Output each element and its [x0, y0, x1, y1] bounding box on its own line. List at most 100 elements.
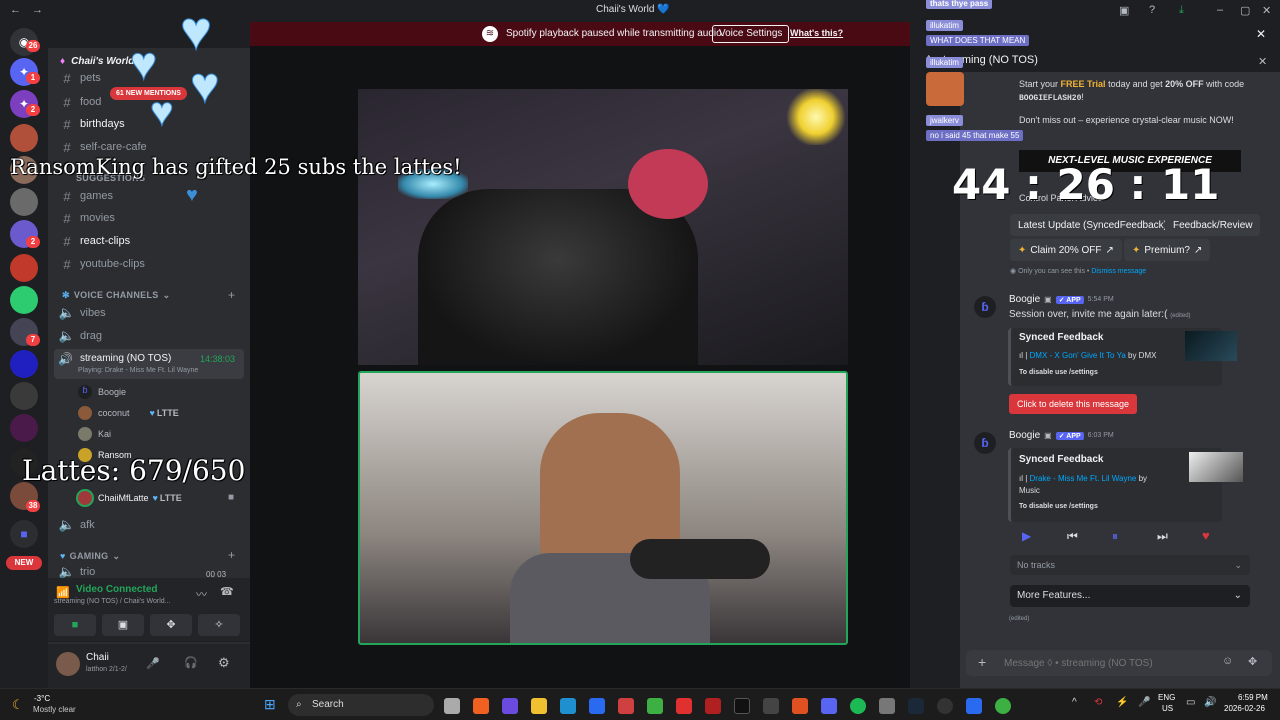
microphone-tray-icon[interactable]: 🎤 [1138, 697, 1150, 708]
inbox-icon[interactable]: ▣ [1119, 4, 1129, 17]
message-author[interactable]: Boogie [1009, 294, 1040, 305]
discord-taskbar-icon[interactable] [821, 698, 837, 714]
app-icon[interactable] [473, 698, 489, 714]
gear-icon[interactable]: ⚙ [218, 655, 230, 671]
previous-icon[interactable]: ⏮ [1067, 529, 1078, 544]
volume-icon[interactable]: 🔊 [1204, 697, 1216, 708]
play-icon[interactable]: ▶ [1022, 529, 1031, 543]
feedback-review-button[interactable]: Feedback/Review [1165, 214, 1261, 236]
server-icon[interactable] [10, 414, 38, 442]
file-explorer-icon[interactable] [531, 698, 547, 714]
channel-food[interactable]: # food [58, 92, 101, 112]
task-view-icon[interactable] [444, 698, 460, 714]
next-icon[interactable]: ⏭ [1157, 529, 1168, 544]
server-header[interactable]: ♦ Chaii's World [60, 56, 134, 67]
app-icon[interactable] [676, 698, 692, 714]
network-icon[interactable]: ▭ [1186, 697, 1195, 708]
voice-channel-drag[interactable]: 🔈 drag [58, 326, 102, 346]
steam-icon[interactable] [908, 698, 924, 714]
spotify-taskbar-icon[interactable] [850, 698, 866, 714]
disconnect-icon[interactable]: ☎ [220, 585, 234, 598]
close-window-icon[interactable]: ✕ [1262, 4, 1271, 17]
camera-button[interactable]: ■ [54, 614, 96, 636]
windows-start-icon[interactable]: ⊞ [264, 696, 276, 713]
microphone-icon[interactable]: 🎤 [146, 657, 160, 670]
edge-icon[interactable] [560, 698, 576, 714]
app-icon[interactable] [705, 698, 721, 714]
back-arrow-icon[interactable]: ← [10, 4, 21, 16]
voice-user[interactable]: coconut ♥ LTTE [78, 404, 179, 422]
voice-settings-button[interactable]: Voice Settings [712, 25, 790, 43]
tracks-dropdown[interactable]: No tracks ⌄ [1010, 555, 1250, 575]
tray-icon[interactable]: ⚡ [1116, 697, 1128, 708]
folder-icon[interactable]: ■ [10, 520, 38, 548]
server-icon[interactable] [10, 188, 38, 216]
clock-time[interactable]: 6:59 PM [1238, 693, 1268, 702]
app-icon[interactable] [792, 698, 808, 714]
app-icon[interactable] [763, 698, 779, 714]
taskbar-search[interactable]: ⌕ Search [288, 694, 434, 716]
apps-icon[interactable]: ✥ [1248, 655, 1257, 668]
server-icon[interactable] [10, 286, 38, 314]
pause-icon[interactable]: ⏸ [1112, 529, 1118, 544]
latest-update-button[interactable]: Latest Update (SyncedFeedback) [1010, 214, 1175, 236]
message-author[interactable]: Boogie [1009, 430, 1040, 441]
app-icon[interactable] [618, 698, 634, 714]
channel-birthdays[interactable]: # birthdays [58, 114, 124, 134]
channel-self-care-cafe[interactable]: # self-care-cafe [58, 137, 146, 157]
voice-channel-vibes[interactable]: 🔈 vibes [58, 303, 106, 323]
minimize-icon[interactable]: – [1217, 4, 1223, 16]
chevron-up-icon[interactable]: ^ [1072, 697, 1077, 708]
channel-pets[interactable]: # pets [58, 68, 100, 88]
delete-message-button[interactable]: Click to delete this message [1009, 394, 1138, 414]
category-gaming[interactable]: ♥ GAMING ⌄ [60, 551, 120, 562]
app-icon[interactable] [502, 698, 518, 714]
channel-react-clips[interactable]: # react-clips [58, 231, 130, 251]
download-icon[interactable]: ⤓ [1179, 4, 1184, 17]
notepad-icon[interactable] [966, 698, 982, 714]
calculator-icon[interactable] [879, 698, 895, 714]
dismiss-link[interactable]: Dismiss message [1091, 268, 1146, 275]
voice-channel-afk[interactable]: 🔈 afk [58, 515, 95, 535]
tray-icon[interactable]: ⟲ [1094, 697, 1102, 708]
help-icon[interactable]: ? [1149, 4, 1155, 16]
avatar[interactable]: ɓ [974, 296, 996, 318]
headphones-icon[interactable]: 🎧 [184, 656, 198, 669]
server-icon[interactable] [10, 382, 38, 410]
voice-channel-trio[interactable]: 🔈 trio [58, 566, 95, 578]
stream-video-bottom[interactable] [358, 371, 848, 645]
heart-icon[interactable]: ♥ [1202, 528, 1210, 543]
voice-channel-streaming[interactable]: 🔊 streaming (NO TOS) 14:38:03 Playing: D… [54, 349, 244, 379]
activities-button[interactable]: ✥ [150, 614, 192, 636]
maximize-icon[interactable]: ▢ [1240, 4, 1250, 17]
channel-games[interactable]: # games [58, 186, 113, 206]
claim-discount-button[interactable]: ✦ Claim 20% OFF ↗ [1010, 239, 1122, 261]
close-banner-icon[interactable]: ✕ [1256, 27, 1266, 41]
forward-arrow-icon[interactable]: → [32, 4, 43, 16]
server-icon[interactable] [10, 350, 38, 378]
voice-user[interactable]: ChaiiMfLatte ♥ LTTE [78, 489, 182, 507]
add-channel-icon[interactable]: + [228, 548, 235, 562]
emoji-icon[interactable]: ☺ [1222, 655, 1233, 667]
category-voice-channels[interactable]: ✻ VOICE CHANNELS ⌄ [62, 290, 170, 301]
avatar[interactable]: ɓ [974, 432, 996, 454]
app-icon[interactable] [589, 698, 605, 714]
tiktok-icon[interactable] [734, 698, 750, 714]
voice-user[interactable]: Kai [78, 425, 111, 443]
voice-user[interactable]: ɓ Boogie [78, 383, 126, 401]
message-input[interactable] [1004, 655, 1204, 671]
add-attachment-icon[interactable]: + [978, 654, 986, 670]
chrome-icon[interactable] [995, 698, 1011, 714]
server-icon[interactable] [10, 254, 38, 282]
avatar[interactable] [56, 652, 80, 676]
channel-movies[interactable]: # movies [58, 208, 114, 228]
whats-this-link[interactable]: What's this? [790, 28, 843, 38]
channel-youtube-clips[interactable]: # youtube-clips [58, 254, 144, 274]
language-code[interactable]: ENG [1158, 693, 1175, 702]
more-features-dropdown[interactable]: More Features... ⌄ [1010, 585, 1250, 607]
premium-button[interactable]: ✦ Premium? ↗ [1124, 239, 1211, 261]
close-chat-icon[interactable]: ✕ [1258, 55, 1267, 68]
screen-share-button[interactable]: ▣ [102, 614, 144, 636]
stream-video-top[interactable] [358, 89, 848, 365]
server-icon-chaiis-world[interactable] [10, 124, 38, 152]
